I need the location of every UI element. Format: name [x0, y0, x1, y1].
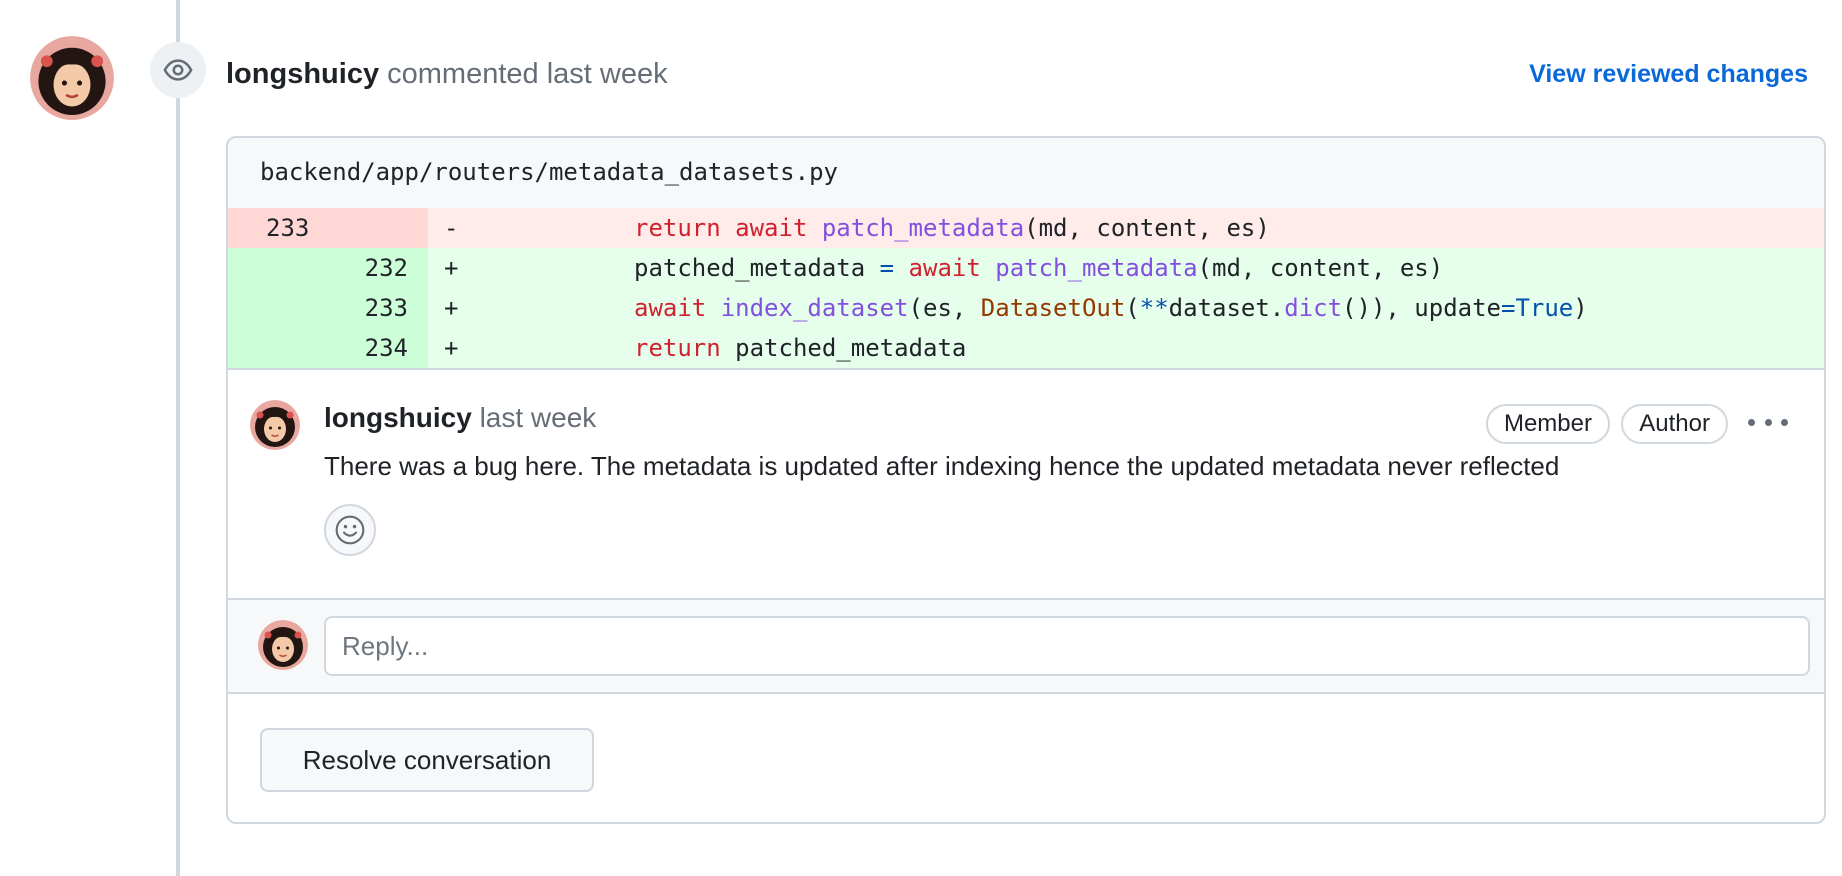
code-token: await [735, 214, 808, 242]
review-author-link[interactable]: longshuicy [226, 58, 379, 90]
kebab-horizontal-icon[interactable] [1748, 404, 1788, 440]
author-badge: Author [1621, 404, 1728, 444]
review-status-badge [150, 42, 206, 98]
diff-line-addition: 233 + await index_dataset(es, DatasetOut… [228, 288, 1824, 328]
line-numbers: 233 [228, 288, 428, 328]
avatar[interactable] [30, 36, 114, 120]
diff-hunk: 233 - return await patch_metadata(md, co… [228, 208, 1824, 368]
code-line: await index_dataset(es, DatasetOut(**dat… [480, 292, 1588, 324]
timeline-line [176, 0, 180, 876]
reply-avatar [258, 620, 308, 670]
diff-marker: - [444, 214, 459, 242]
code-token: (es, [908, 294, 981, 322]
old-line-number: 233 [266, 214, 310, 242]
line-numbers: 234 [228, 328, 428, 368]
code-token: (md, content, es) [1197, 254, 1444, 282]
dot [1748, 418, 1755, 426]
avatar-image [250, 400, 300, 450]
comment-avatar[interactable] [250, 400, 300, 450]
code-token: patch_metadata [821, 214, 1025, 242]
diff-line-addition: 234 + return patched_metadata [228, 328, 1824, 368]
diff-marker: + [444, 294, 459, 322]
comment-timestamp[interactable]: last week [480, 402, 597, 433]
code-token: await [908, 254, 981, 282]
diff-line-addition: 232 + patched_metadata = await patch_met… [228, 248, 1824, 288]
review-thread-card: backend/app/routers/metadata_datasets.py… [226, 136, 1826, 824]
code-token: await [634, 294, 707, 322]
file-path[interactable]: backend/app/routers/metadata_datasets.py [260, 156, 838, 188]
comment-author-link[interactable]: longshuicy [324, 402, 472, 433]
code-token: patched_metadata [634, 254, 880, 282]
code-token: patched_metadata [735, 334, 967, 362]
code-token: ) [1573, 294, 1588, 322]
code-token: = [879, 254, 895, 282]
code-token: return [634, 334, 721, 362]
file-header: backend/app/routers/metadata_datasets.py [228, 138, 1824, 208]
review-header: longshuicy commented last week [226, 56, 668, 92]
line-numbers: 232 [228, 248, 428, 288]
code-line: return patched_metadata [480, 332, 966, 364]
code-token: return [634, 214, 721, 242]
code-token: True [1515, 294, 1574, 322]
new-line-number: 233 [364, 294, 408, 322]
comment-header: longshuicy last week [324, 400, 596, 436]
code-token: dict [1284, 294, 1343, 322]
review-action-text: commented last week [387, 58, 668, 90]
code-token: index_dataset [720, 294, 909, 322]
code-token: ()), update [1342, 294, 1501, 322]
avatar-image [258, 620, 308, 670]
code-token: ( [1125, 294, 1140, 322]
comment-body: There was a bug here. The metadata is up… [324, 451, 1560, 481]
view-reviewed-changes-link[interactable]: View reviewed changes [1529, 58, 1808, 90]
diff-line-deletion: 233 - return await patch_metadata(md, co… [228, 208, 1824, 248]
new-line-number: 234 [364, 334, 408, 362]
review-comment: longshuicy last week Member Author There… [228, 368, 1824, 600]
reply-input[interactable] [324, 616, 1810, 676]
code-line: patched_metadata = await patch_metadata(… [480, 252, 1443, 284]
new-line-number: 232 [364, 254, 408, 282]
diff-marker: + [444, 334, 459, 362]
code-line: return await patch_metadata(md, content,… [480, 212, 1270, 244]
eye-icon [163, 59, 193, 81]
diff-marker: + [444, 254, 459, 282]
avatar-image [30, 36, 114, 120]
code-token: = [1501, 294, 1516, 322]
smiley-icon [335, 515, 365, 545]
add-reaction-button[interactable] [324, 504, 376, 556]
code-token: (md, content, es) [1024, 214, 1270, 242]
code-token: patch_metadata [995, 254, 1198, 282]
reply-area [228, 600, 1824, 694]
code-token: DatasetOut [980, 294, 1126, 322]
line-numbers: 233 [228, 208, 428, 248]
dot [1781, 418, 1788, 426]
member-badge: Member [1485, 404, 1610, 444]
code-token: ** [1139, 294, 1169, 322]
dot [1764, 418, 1772, 426]
resolve-conversation-button[interactable]: Resolve conversation [260, 728, 594, 792]
code-token: dataset. [1168, 294, 1285, 322]
